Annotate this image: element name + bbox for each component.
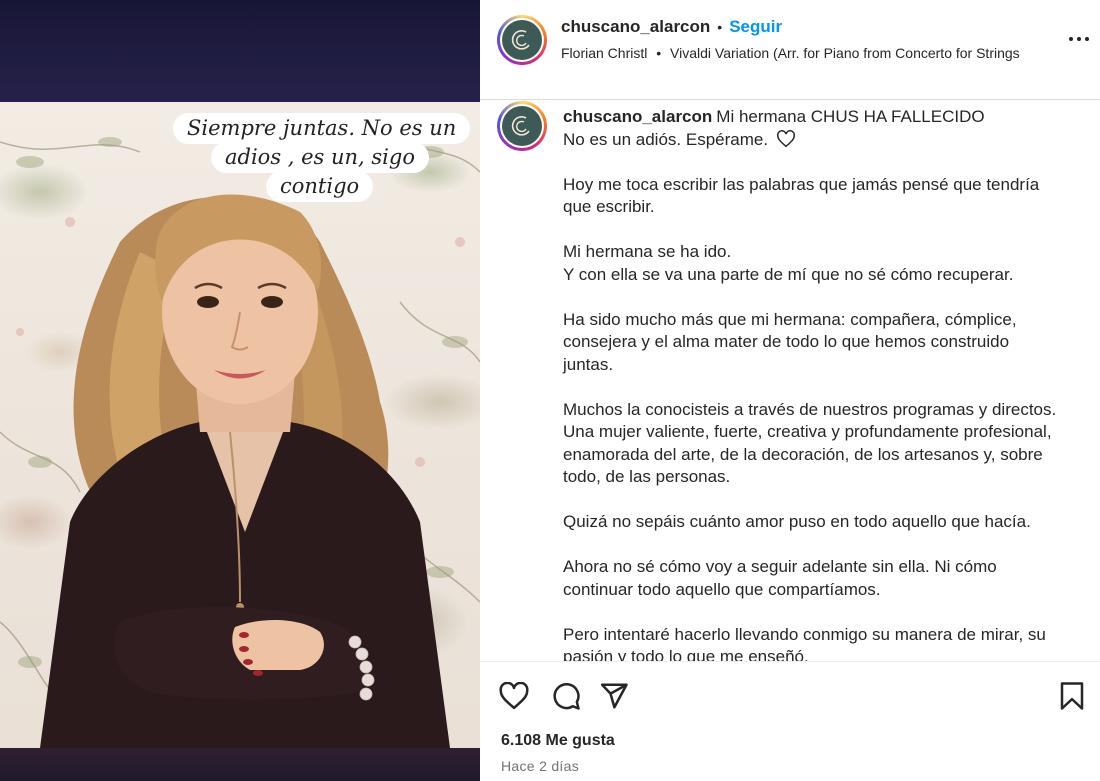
caption-line: No es un adiós. Espérame. — [563, 129, 1083, 152]
caption-line: Ha sido mucho más que mi hermana: compañ… — [563, 309, 1017, 329]
caption-line: todo, de las personas. — [563, 467, 731, 486]
overlay-text-line-1: Siempre juntas. No es un — [173, 113, 471, 144]
heart-icon — [499, 682, 529, 710]
save-button[interactable] — [1056, 680, 1088, 712]
caption-line: Pero intentaré hacerlo llevando conmigo … — [563, 624, 1046, 644]
avatar-logo-icon — [511, 30, 530, 50]
portrait-figure — [0, 121, 480, 748]
audio-track: Vivaldi Variation (Arr. for Piano from C… — [670, 45, 1020, 61]
more-icon — [1069, 37, 1073, 41]
separator-dot: • — [717, 19, 723, 35]
actions-divider — [480, 661, 1100, 662]
caption-line: enamorada del arte, de la decoración, de… — [563, 444, 1043, 464]
media-letterbox-top — [0, 0, 480, 102]
caption-area: chuscano_alarcon Mi hermana CHUS HA FALLE… — [480, 101, 1100, 661]
post-caption: chuscano_alarcon Mi hermana CHUS HA FALLE… — [563, 106, 1083, 661]
caption-line: Quizá no sepáis cuánto amor puso en todo… — [563, 512, 1031, 531]
caption-line: juntas. — [563, 354, 614, 374]
author-avatar[interactable] — [497, 15, 547, 65]
follow-button[interactable]: Seguir — [729, 17, 782, 37]
media-letterbox-bottom — [0, 748, 480, 781]
comment-button[interactable] — [550, 680, 582, 712]
bookmark-icon — [1060, 682, 1084, 710]
caption-line: continuar todo aquello que compartíamos. — [563, 579, 881, 599]
caption-line: consejera y el alma mater de todo lo que… — [563, 332, 1010, 351]
avatar-logo-icon — [511, 116, 530, 136]
caption-line: que escribir. — [563, 197, 655, 216]
caption-text: Mi hermana CHUS HA FALLECIDO — [716, 107, 985, 126]
share-button[interactable] — [598, 680, 630, 712]
share-icon — [600, 683, 628, 709]
overlay-text-line-2: adios , es un, sigo — [211, 142, 429, 173]
post-photo — [0, 102, 480, 748]
post-timestamp[interactable]: Hace 2 días — [501, 758, 579, 774]
audio-attribution[interactable]: Florian Christl • Vivaldi Variation (Arr… — [561, 45, 1041, 61]
heart-outline-icon — [776, 129, 795, 147]
post-details-panel: chuscano_alarcon • Seguir Florian Christ… — [480, 0, 1100, 781]
caption-line: Y con ella se va una parte de mí que no … — [563, 264, 1014, 284]
caption-line: Hoy me toca escribir las palabras que ja… — [563, 174, 1040, 194]
post-header: chuscano_alarcon • Seguir Florian Christ… — [480, 0, 1100, 100]
more-options-button[interactable] — [1066, 28, 1092, 50]
caption-line: Ahora no sé cómo voy a seguir adelante s… — [563, 557, 997, 576]
audio-separator: • — [656, 45, 662, 61]
header-user-row: chuscano_alarcon • Seguir — [561, 17, 782, 37]
audio-artist: Florian Christl — [561, 45, 648, 61]
post-media[interactable]: Siempre juntas. No es un adios , es un, … — [0, 0, 480, 781]
caption-line: chuscano_alarcon Mi hermana CHUS HA FALLE… — [563, 106, 1083, 129]
author-username[interactable]: chuscano_alarcon — [561, 17, 710, 37]
caption-line: Mi hermana se ha ido. — [563, 242, 732, 261]
caption-line: Una mujer valiente, fuerte, creativa y p… — [563, 422, 1052, 441]
comment-icon — [553, 683, 580, 710]
like-button[interactable] — [498, 680, 530, 712]
caption-line: pasión y todo lo que me enseñó. — [563, 647, 809, 661]
overlay-text-line-3: contigo — [266, 171, 374, 202]
caption-username[interactable]: chuscano_alarcon — [563, 107, 712, 126]
caption-author-avatar[interactable] — [497, 101, 547, 151]
likes-count[interactable]: 6.108 Me gusta — [501, 732, 615, 750]
caption-line: Muchos la conocisteis a través de nuestr… — [563, 399, 1057, 419]
